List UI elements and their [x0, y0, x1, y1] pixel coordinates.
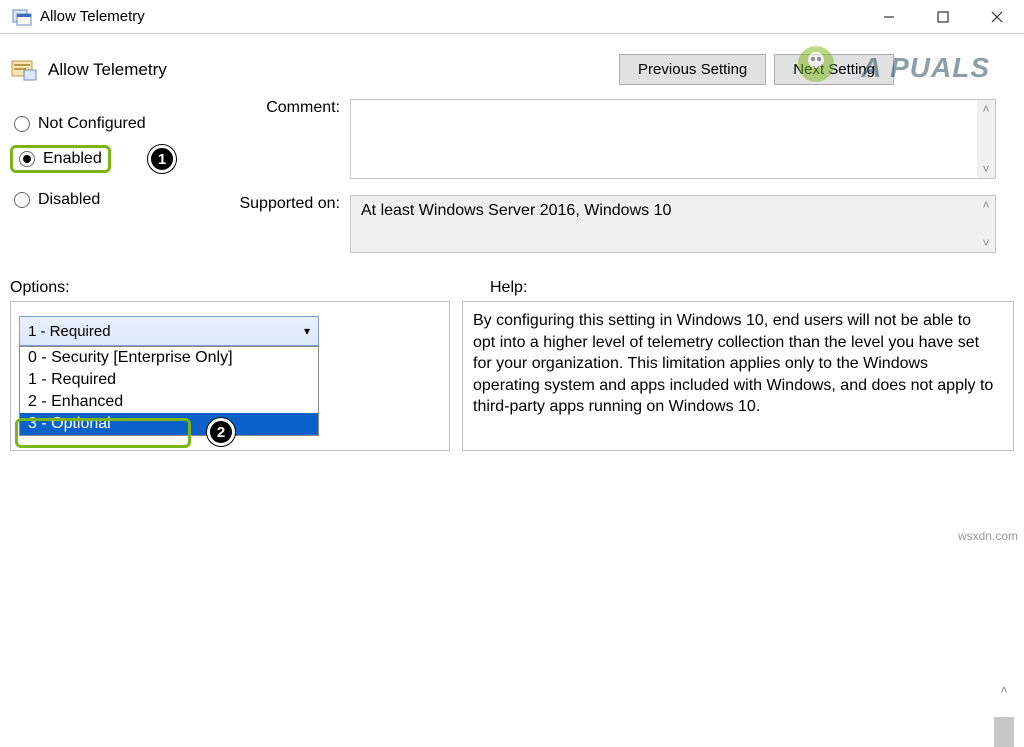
supported-scrollbar[interactable]: ˄˅ — [977, 196, 995, 252]
comment-scrollbar[interactable]: ˄˅ — [977, 100, 995, 178]
radio-not-configured[interactable]: Not Configured — [14, 115, 210, 133]
config-area: Not Configured Enabled 1 Disabled Commen… — [0, 91, 1024, 269]
scroll-down-icon: ˅ — [982, 234, 989, 252]
radio-label: Not Configured — [38, 115, 146, 133]
options-pane: 1 - Required ▾ 0 - Security [Enterprise … — [10, 301, 450, 451]
dropdown-item-enhanced[interactable]: 2 - Enhanced — [20, 391, 318, 413]
scrollbar-thumb[interactable] — [994, 717, 1014, 747]
next-setting-button[interactable]: Next Setting — [774, 54, 894, 85]
fields: Comment: ˄˅ Supported on: At least Windo… — [210, 99, 1014, 269]
section-labels: Options: Help: — [0, 269, 1024, 301]
title-bar: Allow Telemetry — [0, 0, 1024, 34]
supported-label: Supported on: — [210, 195, 350, 253]
telemetry-level-dropdown: 0 - Security [Enterprise Only] 1 - Requi… — [19, 346, 319, 436]
radio-label: Enabled — [43, 150, 102, 168]
help-pane: By configuring this setting in Windows 1… — [462, 301, 1014, 451]
chevron-down-icon: ▾ — [304, 324, 310, 338]
comment-value — [351, 100, 977, 178]
header: Allow Telemetry Previous Setting Next Se… — [0, 34, 1024, 91]
scroll-up-icon: ˄ — [994, 681, 1014, 699]
options-label: Options: — [10, 279, 450, 297]
minimize-button[interactable] — [862, 0, 916, 33]
supported-field: At least Windows Server 2016, Windows 10… — [350, 195, 996, 253]
radio-label: Disabled — [38, 191, 100, 209]
source-tag: wsxdn.com — [958, 529, 1018, 543]
window-title: Allow Telemetry — [40, 8, 862, 25]
annotation-badge-1: 1 — [148, 145, 176, 173]
policy-icon — [10, 58, 38, 82]
dropdown-item-required[interactable]: 1 - Required — [20, 369, 318, 391]
annotation-badge-2: 2 — [207, 418, 235, 446]
dropdown-item-optional[interactable]: 3 - Optional — [20, 413, 318, 435]
comment-label: Comment: — [210, 99, 350, 179]
help-text: By configuring this setting in Windows 1… — [473, 310, 995, 418]
scroll-up-icon: ˄ — [982, 196, 989, 214]
radio-disabled[interactable]: Disabled — [14, 191, 210, 209]
state-radios: Not Configured Enabled 1 Disabled — [10, 99, 210, 269]
page-title: Allow Telemetry — [48, 60, 619, 80]
window-controls — [862, 0, 1024, 33]
maximize-button[interactable] — [916, 0, 970, 33]
panes: 1 - Required ▾ 0 - Security [Enterprise … — [0, 301, 1024, 451]
help-label: Help: — [490, 279, 1014, 297]
radio-enabled[interactable]: Enabled — [19, 150, 102, 168]
previous-setting-button[interactable]: Previous Setting — [619, 54, 766, 85]
comment-field[interactable]: ˄˅ — [350, 99, 996, 179]
dropdown-item-security[interactable]: 0 - Security [Enterprise Only] — [20, 347, 318, 369]
telemetry-level-combo[interactable]: 1 - Required ▾ — [19, 316, 319, 346]
scroll-down-icon: ˅ — [982, 160, 989, 178]
supported-value: At least Windows Server 2016, Windows 10 — [351, 196, 977, 252]
app-icon — [12, 8, 32, 26]
combo-selected: 1 - Required — [28, 323, 111, 340]
close-button[interactable] — [970, 0, 1024, 33]
scroll-up-icon: ˄ — [982, 100, 989, 118]
